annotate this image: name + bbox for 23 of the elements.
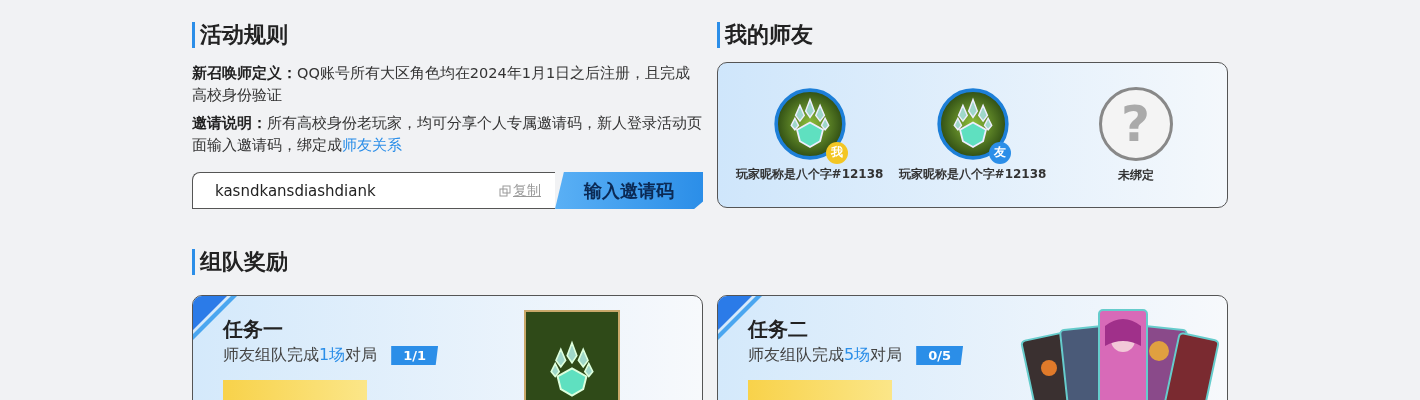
- copy-button[interactable]: 复制: [499, 181, 541, 200]
- task-title: 任务一: [223, 316, 284, 343]
- submit-code-button[interactable]: 输入邀请码: [555, 172, 703, 209]
- section-title: 我的师友: [717, 22, 813, 48]
- progress-label: 0/5: [916, 346, 964, 365]
- member-name: 未绑定: [1117, 166, 1154, 184]
- member-name: 玩家昵称是八个字#12138: [898, 165, 1047, 183]
- progress-label: 1/1: [391, 346, 439, 365]
- invite-code-field[interactable]: kasndkansdiashdiank 复制: [192, 172, 555, 209]
- paw-emblem-icon: [524, 310, 620, 400]
- rule-text: 新召唤师定义：QQ账号所有大区角色均在2024年1月1日之后注册，且完成高校身份验证: [192, 64, 692, 105]
- rule-text: 邀请说明：所有高校身份老玩家，均可分享个人专属邀请码，新人登录活动页面输入邀请码，绑定成师友关系: [192, 114, 703, 155]
- task-title: 任务二: [748, 316, 809, 343]
- relation-link[interactable]: 师友关系: [342, 137, 402, 153]
- section-title: 活动规则: [192, 22, 288, 48]
- copy-icon: [499, 184, 511, 197]
- paw-emblem-icon: [936, 87, 1009, 160]
- section-title: 组队奖励: [192, 249, 288, 275]
- empty-slot[interactable]: ?: [1098, 86, 1173, 161]
- task-description: 师友组队完成5场对局: [748, 345, 903, 366]
- task-description: 师友组队完成1场对局: [223, 345, 378, 366]
- member-name: 玩家昵称是八个字#12138: [735, 165, 884, 183]
- paw-emblem-icon: [773, 87, 846, 160]
